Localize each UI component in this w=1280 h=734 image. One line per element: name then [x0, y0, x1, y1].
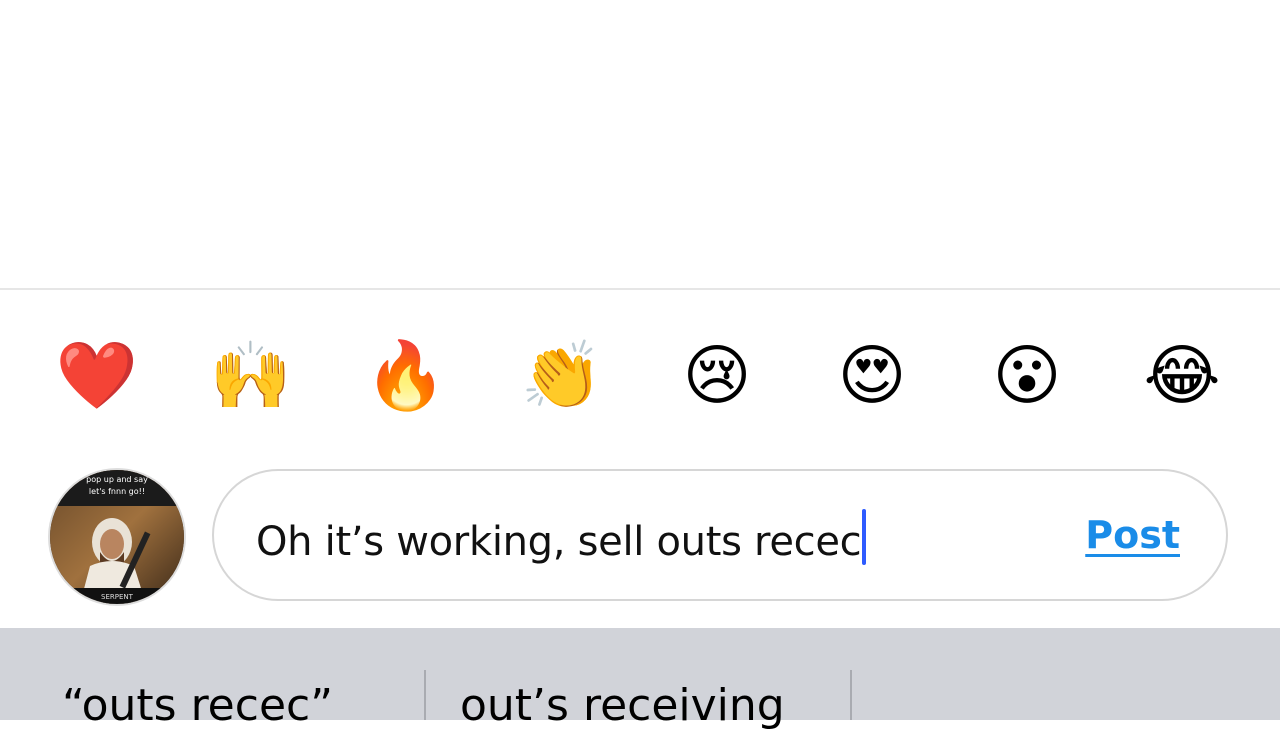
avatar-image: pop up and say let's fnnn go!! SERPENT — [50, 470, 184, 604]
keyboard-suggestion-bar: “outs recec” out’s receiving — [0, 628, 1280, 731]
emoji-fire-button[interactable]: 🔥 — [360, 330, 452, 422]
svg-text:let's fnnn go!!: let's fnnn go!! — [89, 487, 145, 496]
suggestion-item[interactable]: out’s receiving — [460, 678, 785, 734]
content-area — [0, 0, 1280, 288]
post-button[interactable]: Post — [1085, 513, 1180, 557]
comment-input-text: Oh it’s working, sell outs recec — [256, 519, 862, 565]
suggestion-item[interactable]: “outs recec” — [62, 678, 333, 734]
emoji-crying-face-button[interactable]: 😢 — [671, 330, 763, 422]
avatar[interactable]: pop up and say let's fnnn go!! SERPENT — [50, 470, 184, 604]
emoji-clapping-hands-button[interactable]: 👏 — [516, 330, 608, 422]
suggestion-divider — [424, 670, 426, 720]
emoji-heart-eyes-button[interactable]: 😍 — [826, 330, 918, 422]
emoji-tears-of-joy-button[interactable]: 😂 — [1136, 330, 1228, 422]
emoji-reaction-bar: ❤️ 🙌 🔥 👏 😢 😍 😮 😂 — [0, 330, 1280, 422]
emoji-red-heart-button[interactable]: ❤️ — [51, 330, 143, 422]
section-divider — [0, 288, 1280, 290]
comment-input[interactable]: Oh it’s working, sell outs recec — [256, 509, 867, 568]
emoji-surprised-face-button[interactable]: 😮 — [981, 330, 1073, 422]
text-caret — [862, 509, 867, 565]
svg-text:SERPENT: SERPENT — [101, 593, 134, 601]
emoji-raising-hands-button[interactable]: 🙌 — [205, 330, 297, 422]
suggestion-divider — [850, 670, 852, 720]
svg-text:pop up and say: pop up and say — [86, 475, 148, 484]
comment-input-container[interactable]: Oh it’s working, sell outs recec Post — [212, 469, 1228, 601]
